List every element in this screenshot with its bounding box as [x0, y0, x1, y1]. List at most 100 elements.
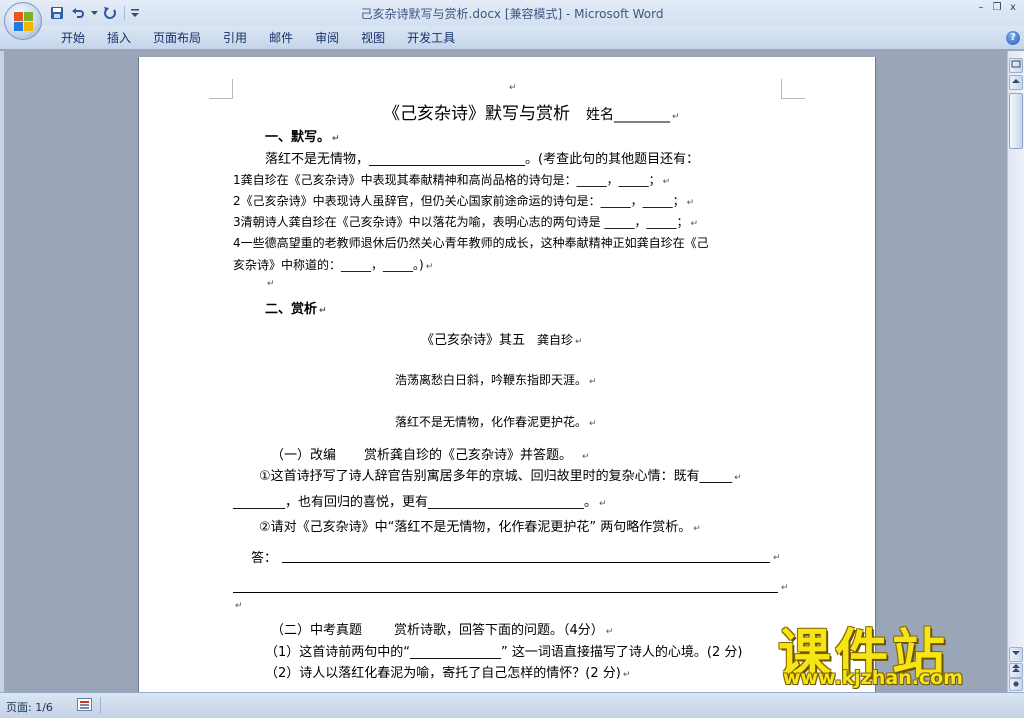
poem-line-1-text: 浩荡离愁白日斜，吟鞭东指即天涯。: [395, 373, 588, 387]
poem-line-2[interactable]: 落红不是无情物，化作春泥更护花。 ↵: [395, 413, 597, 430]
browse-object-icon: [1013, 681, 1019, 687]
poem-line-2-text: 落红不是无情物，化作春泥更护花。: [395, 415, 588, 429]
document-page[interactable]: ↵ 《己亥杂诗》默写与赏析 姓名________ ↵ 一、默写。 ↵ 落红不是无情物，…: [139, 57, 875, 692]
paragraph-mark: ↵: [605, 627, 614, 637]
answer-label: 答：: [251, 551, 278, 566]
ribbon-tabs: 开始 插入 页面布局 引用 邮件 审阅 视图 开发工具: [50, 26, 466, 50]
vertical-scrollbar[interactable]: [1007, 51, 1024, 692]
part-1-question-2[interactable]: ②请对《己亥杂诗》中“落红不是无情物，化作春泥更护花” 两句略作赏析。 ↵: [259, 516, 701, 535]
office-button[interactable]: [4, 2, 42, 40]
paragraph-mark: ↵: [425, 262, 434, 272]
part-1-q1-text-a: ①这首诗抒写了诗人辞官告别寓居多年的京城、回归故里时的复杂心情：既有_____: [259, 469, 733, 484]
paragraph-mark: ↵: [686, 198, 695, 208]
help-button[interactable]: ?: [1006, 31, 1020, 45]
tab-mailings[interactable]: 邮件: [258, 26, 304, 50]
question-1[interactable]: 1龚自珍在《己亥杂诗》中表现其奉献精神和高尚品格的诗句是：_____，_____…: [233, 171, 670, 188]
tab-home[interactable]: 开始: [50, 26, 96, 50]
question-3[interactable]: 3清朝诗人龚自珍在《己亥杂诗》中以落花为喻，表明心志的两句诗是 _____，__…: [233, 213, 698, 230]
minimize-button[interactable]: –: [974, 2, 988, 14]
question-3-text: 3清朝诗人龚自珍在《己亥杂诗》中以落花为喻，表明心志的两句诗是 _____，__…: [233, 215, 689, 229]
left-margin-strip: [0, 51, 4, 692]
answer-line-1[interactable]: [282, 562, 770, 563]
paragraph-mark: ↵: [773, 553, 781, 563]
paragraph-mark: ↵: [734, 473, 742, 483]
question-4-line-2[interactable]: 亥杂诗》中称道的：_____，_____。) ↵: [233, 256, 433, 273]
tab-insert[interactable]: 插入: [96, 26, 142, 50]
title-text: 《己亥杂诗》默写与赏析: [383, 104, 570, 124]
status-bar: 页面: 1/6: [0, 692, 1024, 718]
office-logo-icon: [14, 12, 33, 31]
part-2-question-1[interactable]: （1）这首诗前两句中的“______________” 这一词语直接描写了诗人的…: [265, 641, 742, 660]
part-1-question-1-line-2[interactable]: ________，也有回归的喜悦，更有_____________________…: [233, 491, 607, 510]
paragraph-mark: ↵: [693, 524, 701, 534]
poem-heading[interactable]: 《己亥杂诗》其五 龚自珍 ↵: [421, 329, 583, 348]
question-4-text-a: 4一些德高望重的老教师退休后仍然关心青年教师的成长，这种奉献精神正如龚自珍在《己: [233, 236, 709, 250]
tab-review[interactable]: 审阅: [304, 26, 350, 50]
tab-view[interactable]: 视图: [350, 26, 396, 50]
crop-mark-top-left: [209, 79, 233, 99]
dictation-line-text: 落红不是无情物，________________________。(考查此句的其…: [265, 152, 700, 167]
paragraph-mark: ↵: [599, 499, 607, 509]
part-2-q1-text: （1）这首诗前两句中的“______________” 这一词语直接描写了诗人的…: [265, 645, 743, 660]
ribbon-tab-bar: 开始 插入 页面布局 引用 邮件 审阅 视图 开发工具 ?: [0, 26, 1024, 50]
poem-author: 龚自珍: [537, 333, 574, 347]
arrow-down-icon: [1012, 651, 1020, 655]
title-separator: -: [562, 7, 575, 21]
question-4-line-1[interactable]: 4一些德高望重的老教师退休后仍然关心青年教师的成长，这种奉献精神正如龚自珍在《己: [233, 234, 709, 251]
previous-page-button[interactable]: [1009, 663, 1023, 678]
crop-mark-top-right: [781, 79, 805, 99]
paragraph-mark: ↵: [267, 279, 275, 289]
proofing-status-icon[interactable]: [77, 698, 92, 711]
question-4-text-b: 亥杂诗》中称道的：_____，_____。): [233, 258, 424, 272]
section-2-title: 二、赏析: [265, 302, 318, 317]
part-2-question-2[interactable]: （2）诗人以落红化春泥为喻，寄托了自己怎样的情怀？(2 分) ↵: [265, 662, 630, 681]
tab-page-layout[interactable]: 页面布局: [142, 26, 212, 50]
paragraph-mark: ↵: [582, 452, 590, 462]
section-heading-dictation[interactable]: 一、默写。 ↵: [265, 126, 340, 145]
paragraph-mark: ↵: [690, 219, 698, 229]
close-button[interactable]: x: [1006, 2, 1020, 14]
scroll-thumb[interactable]: [1009, 93, 1023, 149]
document-title[interactable]: 《己亥杂诗》默写与赏析 姓名________ ↵: [383, 99, 680, 124]
part-2-task: 赏析诗歌，回答下面的问题。（4分）: [394, 623, 604, 638]
paragraph-mark: ↵: [332, 134, 340, 144]
watermark-url: www.kjzhan.com: [783, 667, 964, 689]
part-1-heading[interactable]: （一）改编 赏析龚自珍的《己亥杂诗》并答题。 ↵: [271, 444, 590, 463]
view-ruler-button[interactable]: [1009, 58, 1023, 73]
poem-line-1[interactable]: 浩荡离愁白日斜，吟鞭东指即天涯。 ↵: [395, 371, 597, 388]
ruler-icon: [1011, 60, 1021, 68]
part-1-question-1-line-1[interactable]: ①这首诗抒写了诗人辞官告别寓居多年的京城、回归故里时的复杂心情：既有_____ ↵: [259, 465, 742, 484]
page-count[interactable]: 页面: 1/6: [6, 699, 53, 715]
question-2[interactable]: 2《己亥杂诗》中表现诗人虽辞官，但仍关心国家前途命运的诗句是：_____，___…: [233, 192, 694, 209]
double-arrow-up-icon: [1012, 664, 1020, 672]
paragraph-mark: ↵: [509, 83, 517, 93]
paragraph-mark: ↵: [235, 601, 243, 611]
answer-line-2[interactable]: [233, 592, 778, 593]
window-title: 己亥杂诗默写与赏析.docx [兼容模式] - Microsoft Word: [0, 5, 1024, 22]
paragraph-mark: ↵: [662, 177, 671, 187]
tab-developer[interactable]: 开发工具: [396, 26, 466, 50]
tab-references[interactable]: 引用: [212, 26, 258, 50]
paragraph-mark: ↵: [672, 112, 680, 122]
restore-button[interactable]: ❐: [990, 2, 1004, 14]
poem-title: 《己亥杂诗》其五: [421, 333, 526, 348]
document-filename: 己亥杂诗默写与赏析.docx [兼容模式]: [360, 7, 563, 21]
app-name: Microsoft Word: [574, 7, 664, 21]
window-controls: – ❐ x: [974, 2, 1020, 14]
part-2-heading[interactable]: （二）中考真题 赏析诗歌，回答下面的问题。（4分） ↵: [271, 619, 613, 638]
paragraph-mark: ↵: [781, 583, 789, 593]
part-1-head: （一）改编: [271, 448, 337, 463]
scroll-up-button[interactable]: [1009, 75, 1023, 90]
select-browse-object-button[interactable]: [1009, 678, 1023, 691]
part-1-q2-text: ②请对《己亥杂诗》中“落红不是无情物，化作春泥更护花” 两句略作赏析。: [259, 520, 692, 535]
paragraph-mark: ↵: [575, 337, 583, 347]
dictation-line[interactable]: 落红不是无情物，________________________。(考查此句的其…: [265, 148, 699, 167]
paragraph-mark: ↵: [319, 306, 327, 316]
status-separator: [100, 697, 101, 714]
part-1-task: 赏析龚自珍的《己亥杂诗》并答题。: [364, 448, 573, 463]
section-heading-appreciation[interactable]: 二、赏析 ↵: [265, 298, 327, 317]
scroll-down-button[interactable]: [1009, 647, 1023, 662]
part-2-head: （二）中考真题: [271, 623, 363, 638]
paragraph-mark: ↵: [589, 419, 597, 429]
name-field: 姓名________: [586, 107, 670, 123]
